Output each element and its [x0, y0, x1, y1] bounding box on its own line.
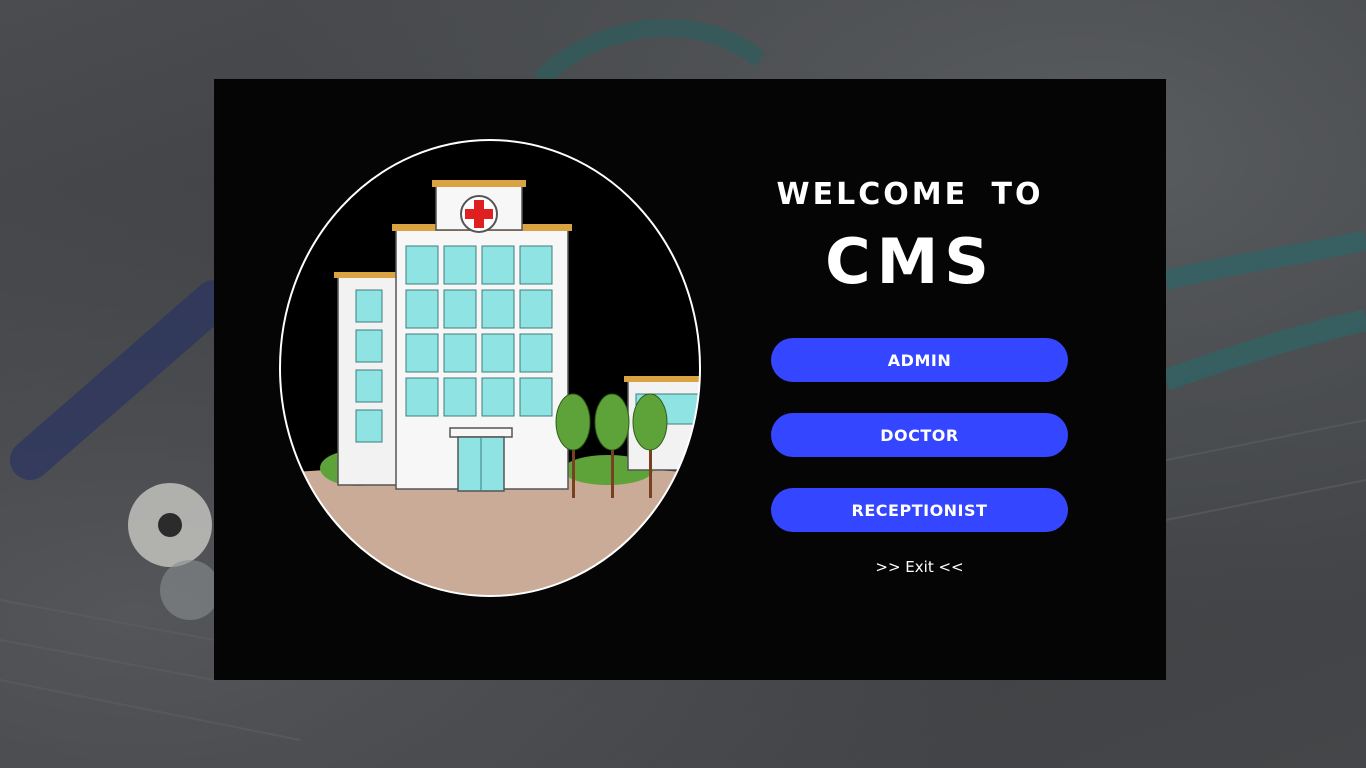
welcome-panel: WELCOME TO CMS ADMIN DOCTOR RECEPTIONIST…	[214, 79, 1166, 680]
admin-button[interactable]: ADMIN	[771, 338, 1068, 382]
welcome-heading: WELCOME TO	[776, 177, 1044, 212]
hospital-illustration	[279, 139, 701, 597]
receptionist-button[interactable]: RECEPTIONIST	[771, 488, 1068, 532]
app-brand-title: CMS	[825, 225, 995, 298]
doctor-button[interactable]: DOCTOR	[771, 413, 1068, 457]
exit-link[interactable]: >> Exit <<	[771, 558, 1068, 576]
